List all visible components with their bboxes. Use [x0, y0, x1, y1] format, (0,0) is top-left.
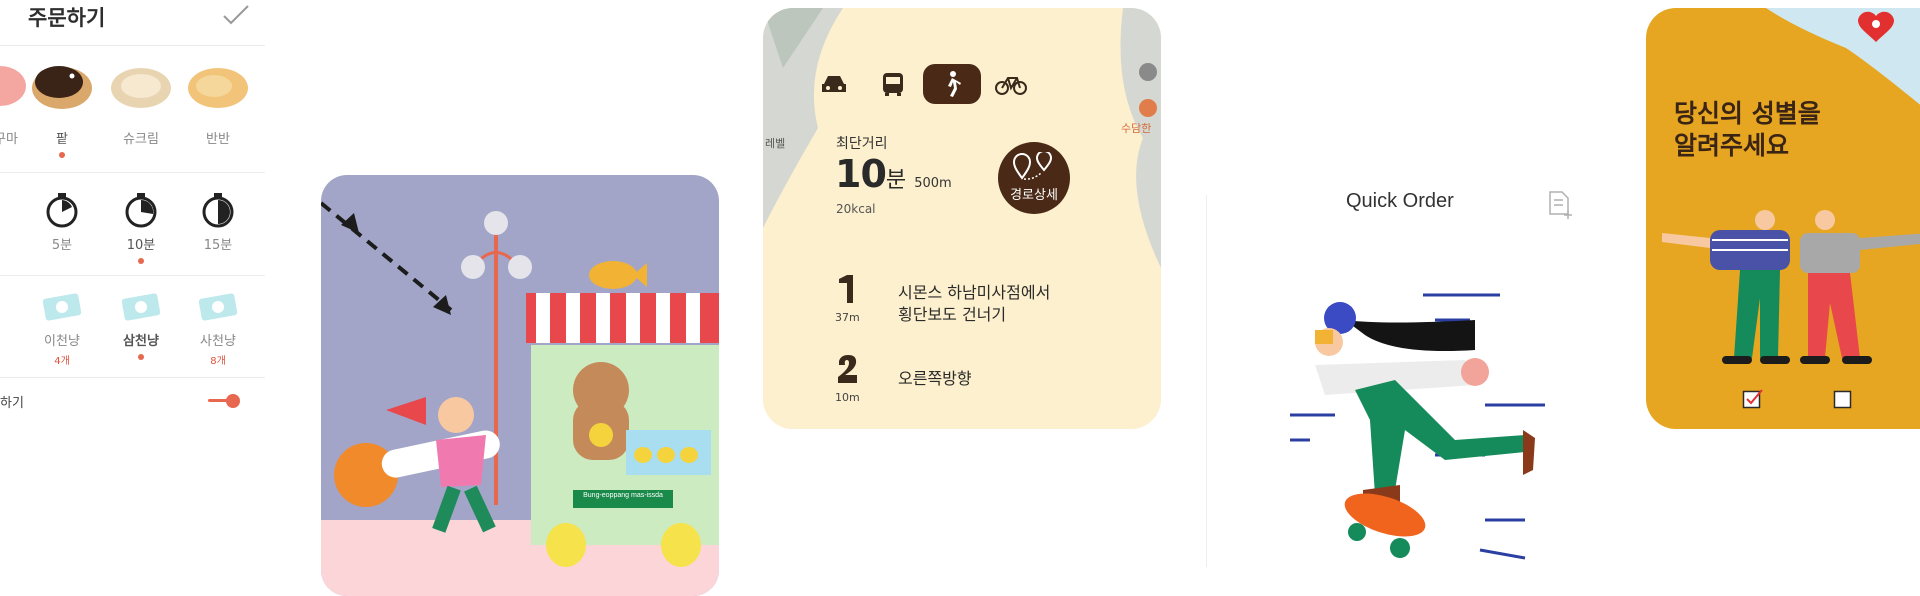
- shortest-label: 최단거리: [836, 136, 888, 152]
- bicycle-icon: [995, 77, 1027, 95]
- time-label: 5분: [51, 238, 73, 253]
- flavor-option-half[interactable]: 반반: [178, 58, 258, 147]
- gender-card: 당신의 성별을 알려주세요: [1646, 8, 1920, 429]
- street-illustration: [321, 201, 719, 596]
- car-mode-button[interactable]: [805, 64, 863, 104]
- bike-mode-button[interactable]: [982, 64, 1040, 104]
- gender-title: 당신의 성별을 알려주세요: [1674, 98, 1821, 162]
- check-icon[interactable]: [222, 4, 250, 26]
- time-option-15[interactable]: 15분: [178, 192, 258, 253]
- map-poi-icon: [1139, 63, 1157, 81]
- female-checkbox[interactable]: [1742, 388, 1764, 410]
- gender-title-line: 알려주세요: [1674, 131, 1790, 160]
- time-option-5[interactable]: 5분: [22, 192, 102, 253]
- price-option-2000[interactable]: 이천냥 4개: [22, 292, 102, 367]
- price-option-4000[interactable]: 사천냥 8개: [178, 292, 258, 367]
- step-distance: 10m: [835, 391, 860, 404]
- car-icon: [822, 76, 846, 92]
- route-minutes-unit: 분: [885, 168, 907, 193]
- restaurant-icon: [1139, 99, 1157, 117]
- step-1-icon: [839, 275, 853, 303]
- divider: [0, 275, 265, 276]
- flavor-option-cream[interactable]: 슈크림: [101, 58, 181, 147]
- time-option-10[interactable]: 10분: [101, 192, 181, 264]
- gender-title-line: 당신의 성별을: [1674, 99, 1821, 128]
- route-detail-button[interactable]: 경로상세: [998, 142, 1070, 214]
- bus-mode-button[interactable]: [864, 64, 922, 104]
- walking-icon: [948, 71, 961, 97]
- route-kcal: 20kcal: [836, 202, 876, 216]
- route-time: 10분 500m: [835, 152, 952, 196]
- divider: [1206, 195, 1207, 567]
- time-label: 15분: [203, 238, 233, 253]
- map-label: 수담한: [1121, 122, 1152, 135]
- order-panel: 주문하기 고구마 팥 슈크림: [0, 0, 265, 410]
- fish-bread-icon: [111, 68, 171, 108]
- route-pin-icon: [1012, 152, 1053, 180]
- step-2-icon: [838, 355, 857, 383]
- fish-bread-icon: [32, 66, 92, 109]
- money-icon: [42, 293, 82, 321]
- selected-dot: [138, 354, 144, 360]
- money-icon: [121, 293, 161, 321]
- add-note-icon[interactable]: [1548, 190, 1574, 220]
- price-count: 4개: [54, 356, 70, 367]
- price-label: 사천냥: [200, 334, 236, 349]
- timer-icon: [46, 193, 78, 228]
- timer-icon: [125, 193, 157, 228]
- bus-icon: [883, 73, 903, 96]
- fish-bread-icon: [589, 261, 637, 289]
- route-card: 레벨 수담한 최단거리 10분 500m 20kcal 경로상세 37m 시몬스…: [763, 8, 1161, 429]
- fish-bread-icon: [188, 68, 248, 108]
- price-label: 삼천냥: [123, 334, 159, 349]
- divider: [0, 172, 265, 173]
- flavor-label: 반반: [206, 132, 230, 147]
- step-instruction-line: 시몬스 하남미사점에서: [898, 283, 1051, 302]
- flavor-label: 슈크림: [123, 132, 159, 147]
- price-count: 8개: [210, 356, 226, 367]
- money-icon: [198, 293, 238, 321]
- route-step: 10m: [835, 353, 875, 404]
- flag-icon: [386, 397, 426, 425]
- step-distance: 37m: [835, 311, 860, 324]
- skater-illustration: [1290, 293, 1545, 560]
- toggle-label: 하기: [0, 396, 24, 410]
- timer-icon: [202, 193, 234, 228]
- striped-awning: [526, 293, 719, 343]
- street-illustration-card: Bung-eoppang mas-issda: [321, 175, 719, 596]
- flavor-option-pat[interactable]: 팥: [22, 58, 102, 158]
- price-option-3000[interactable]: 삼천냥: [101, 292, 181, 360]
- price-label: 이천냥: [44, 334, 80, 349]
- divider: [0, 377, 265, 378]
- stall-sign: Bung-eoppang mas-issda: [583, 492, 663, 499]
- divider: [0, 45, 265, 46]
- order-title: 주문하기: [28, 6, 106, 30]
- route-detail-label: 경로상세: [1010, 188, 1058, 203]
- flavor-label: 팥: [56, 132, 68, 147]
- walk-mode-button[interactable]: [923, 64, 981, 104]
- route-step: 37m: [835, 273, 875, 324]
- step-instruction: 오른쪽방향: [898, 369, 972, 388]
- map-label: 레벨: [765, 137, 786, 150]
- male-checkbox[interactable]: [1833, 388, 1855, 410]
- step-instruction: 시몬스 하남미사점에서 횡단보도 건너기: [898, 282, 1050, 326]
- selected-dot: [138, 258, 144, 264]
- time-label: 10분: [126, 238, 156, 253]
- toggle-switch[interactable]: [206, 393, 242, 409]
- couple-illustration: [1662, 210, 1920, 364]
- step-instruction-line: 횡단보도 건너기: [898, 305, 1007, 324]
- route-distance: 500m: [914, 176, 952, 191]
- route-minutes: 10: [835, 152, 887, 196]
- selected-dot: [59, 152, 65, 158]
- quick-order-title: Quick Order: [1346, 190, 1454, 212]
